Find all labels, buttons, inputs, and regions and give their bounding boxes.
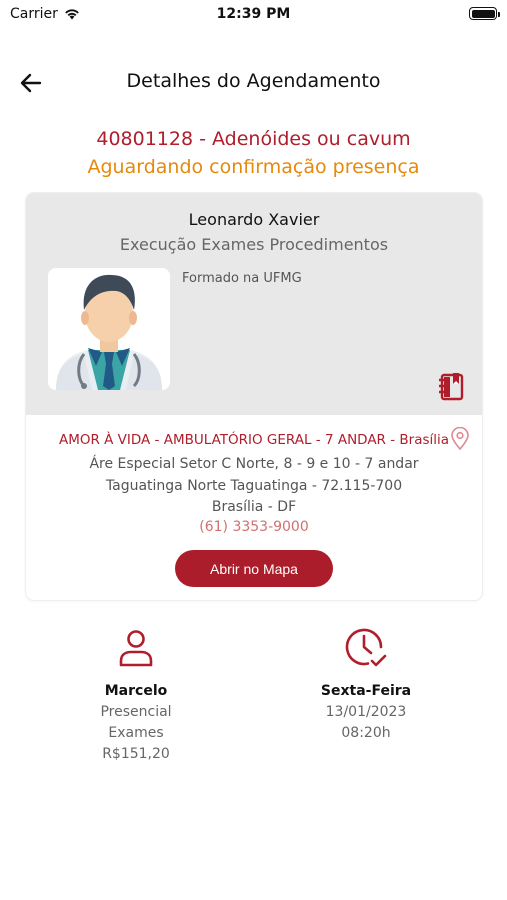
doctor-bio: Formado na UFMG xyxy=(182,271,302,286)
exam-title: 40801128 - Adenóides ou cavum xyxy=(96,128,411,150)
doctor-name: Leonardo Xavier xyxy=(188,210,320,229)
status-bar: Carrier 12:39 PM xyxy=(0,0,507,30)
address-line-2: Taguatinga Norte Taguatinga - 72.115-700 xyxy=(105,478,403,494)
appointment-price: R$151,20 xyxy=(102,746,170,762)
patient-name: Marcelo xyxy=(104,683,168,699)
clock-check-icon xyxy=(345,628,387,667)
doctor-section: Leonardo Xavier Execução Exames Procedim… xyxy=(26,193,482,415)
person-icon xyxy=(119,630,153,667)
battery-fill xyxy=(471,9,495,18)
location-pin-icon[interactable] xyxy=(450,427,470,451)
page-title: Detalhes do Agendamento xyxy=(126,70,381,92)
clinic-name: AMOR À VIDA - AMBULATÓRIO GERAL - 7 ANDA… xyxy=(58,432,450,448)
appointment-time: 08:20h xyxy=(341,725,391,741)
appointment-weekday: Sexta-Feira xyxy=(320,683,412,699)
schedule-info: Sexta-Feira 13/01/2023 08:20h xyxy=(251,625,481,744)
nav-header: Detalhes do Agendamento xyxy=(0,60,507,104)
clinic-phone-link[interactable]: (61) 3353-9000 xyxy=(26,519,482,535)
doctor-avatar xyxy=(48,268,170,390)
clinic-row: AMOR À VIDA - AMBULATÓRIO GERAL - 7 ANDA… xyxy=(26,427,482,451)
battery-icon xyxy=(469,7,500,20)
notebook-icon[interactable] xyxy=(438,371,464,401)
open-map-button[interactable]: Abrir no Mapa xyxy=(175,550,333,587)
patient-info: Marcelo Presencial Exames R$151,20 xyxy=(21,625,251,765)
address-line-1: Áre Especial Setor C Norte, 8 - 9 e 10 -… xyxy=(89,456,419,472)
status-time: 12:39 PM xyxy=(216,6,291,22)
doctor-illustration-icon xyxy=(56,274,162,390)
address-line-3: Brasília - DF xyxy=(211,499,297,515)
exam-status: Aguardando confirmação presença xyxy=(87,156,420,178)
doctor-role: Execução Exames Procedimentos xyxy=(119,235,389,254)
appointment-date: 13/01/2023 xyxy=(325,704,407,720)
appointment-card: Leonardo Xavier Execução Exames Procedim… xyxy=(26,193,482,600)
appointment-category: Exames xyxy=(108,725,164,741)
appointment-type: Presencial xyxy=(100,704,172,720)
